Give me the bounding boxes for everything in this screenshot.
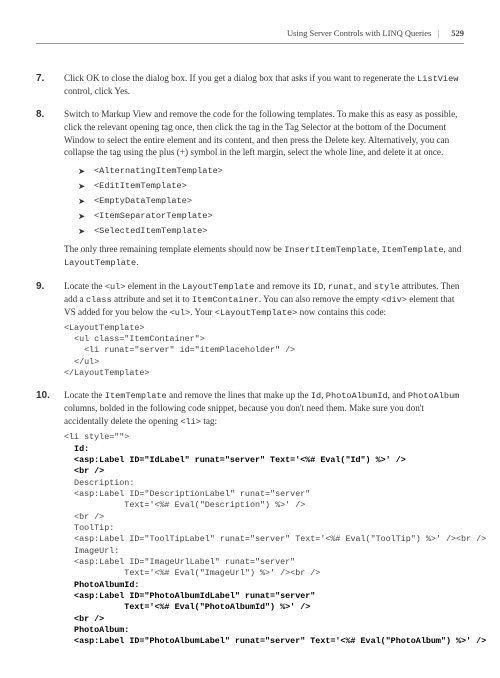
- code-block: <li style=""> Id: <asp:Label ID="IdLabel…: [64, 432, 464, 648]
- bullet-item: ➤<EmptyDataTemplate>: [78, 195, 464, 207]
- bullet-item: ➤<AlternatingItemTemplate>: [78, 165, 464, 177]
- step-number: 7.: [36, 72, 44, 86]
- bullet-arrow-icon: ➤: [78, 210, 85, 222]
- steps-list: 7. Click OK to close the dialog box. If y…: [36, 72, 464, 648]
- step-item: 9. Locate the <ul> element in the LayoutT…: [36, 280, 464, 380]
- step-number: 9.: [36, 280, 44, 294]
- bullet-list: ➤<AlternatingItemTemplate> ➤<EditItemTemp…: [64, 165, 464, 237]
- step-body: Locate the <ul> element in the LayoutTem…: [64, 280, 464, 319]
- step-body: Locate the ItemTemplate and remove the l…: [64, 389, 464, 428]
- page-header: Using Server Controls with LINQ Queries …: [36, 28, 464, 44]
- bullet-arrow-icon: ➤: [78, 195, 85, 207]
- bullet-arrow-icon: ➤: [78, 165, 85, 177]
- step-item: 8. Switch to Markup View and remove the c…: [36, 108, 464, 270]
- code-block: <LayoutTemplate> <ul class="ItemContaine…: [64, 323, 464, 380]
- bullet-item: ➤<EditItemTemplate>: [78, 180, 464, 192]
- step-body: Switch to Markup View and remove the cod…: [64, 108, 464, 160]
- step-body: Click OK to close the dialog box. If you…: [64, 72, 464, 98]
- step-number: 10.: [36, 389, 50, 403]
- page-number: 529: [451, 28, 464, 38]
- bullet-arrow-icon: ➤: [78, 225, 85, 237]
- step-item: 10. Locate the ItemTemplate and remove th…: [36, 389, 464, 647]
- bullet-arrow-icon: ➤: [78, 180, 85, 192]
- bullet-item: ➤<SelectedItemTemplate>: [78, 225, 464, 237]
- step-item: 7. Click OK to close the dialog box. If y…: [36, 72, 464, 98]
- header-sep: |: [437, 28, 439, 38]
- step-number: 8.: [36, 108, 44, 122]
- header-title: Using Server Controls with LINQ Queries: [287, 28, 431, 38]
- step-after-text: The only three remaining template elemen…: [64, 243, 464, 269]
- bullet-item: ➤<ItemSeparatorTemplate>: [78, 210, 464, 222]
